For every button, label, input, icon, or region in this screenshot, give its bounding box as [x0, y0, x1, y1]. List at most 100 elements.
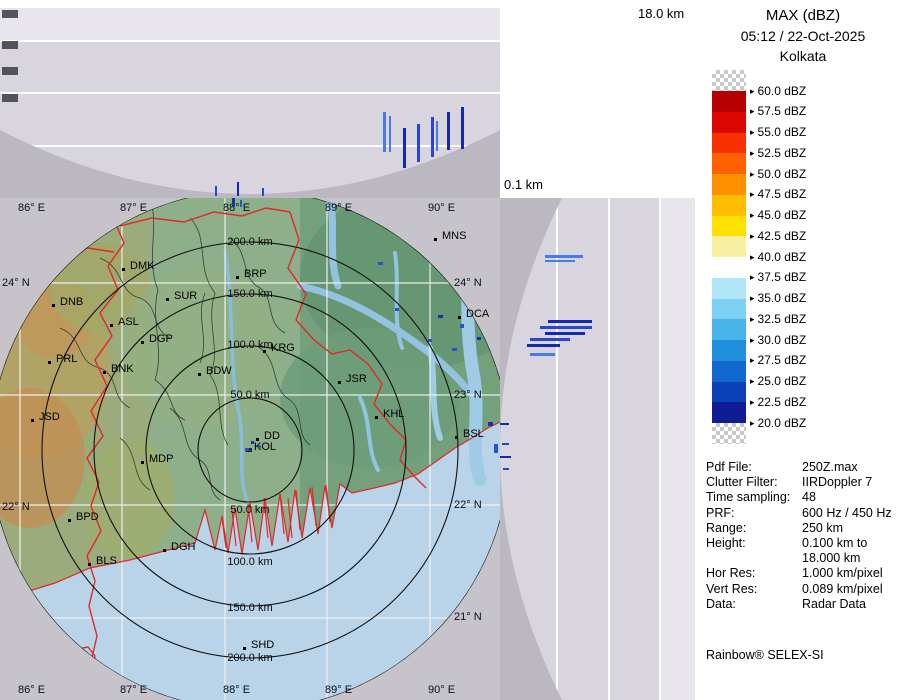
longitude-label: 87° E [120, 202, 147, 214]
meta-label: Time sampling: [706, 490, 790, 504]
longitude-label: 89° E [325, 684, 352, 696]
city-dot [458, 316, 461, 319]
scale-label-text: 20.0 dBZ [758, 416, 807, 430]
city-label: BRP [244, 268, 267, 280]
city-label: KHL [383, 408, 404, 420]
meta-value: 250Z.max [802, 460, 858, 474]
echo-side-bar [545, 332, 585, 335]
station-name: Kolkata [700, 48, 906, 64]
beam-coverage-shade [500, 198, 695, 700]
meta-value: 1.000 km/pixel [802, 566, 883, 580]
scale-label: ▸37.5 dBZ [750, 270, 806, 284]
meta-row: Time sampling:48 [706, 490, 904, 505]
scale-label: ▸57.5 dBZ [750, 104, 806, 118]
meta-value: IIRDoppler 7 [802, 475, 872, 489]
echo-side-bar [530, 353, 555, 356]
city-label: DGH [171, 541, 195, 553]
scale-label-text: 27.5 dBZ [758, 353, 807, 367]
beam-coverage-shade [0, 8, 500, 198]
echo-top-bar [389, 116, 391, 152]
echo-side-bar [527, 344, 560, 347]
city-label: PRL [56, 353, 77, 365]
colorbar-segment-3 [712, 153, 746, 174]
city-label: SHD [251, 639, 274, 651]
meta-label: Hor Res: [706, 566, 755, 580]
colorbar-segment-7 [712, 236, 746, 257]
radar-echo-speck [245, 448, 249, 451]
scale-label-text: 35.0 dBZ [758, 291, 807, 305]
scale-marker-icon: ▸ [750, 229, 755, 243]
radar-echo-speck [395, 308, 399, 311]
echo-side-bar [502, 443, 509, 445]
echo-top-bar [215, 186, 217, 196]
city-dot [141, 461, 144, 464]
meta-label: PRF: [706, 506, 734, 520]
scale-marker-icon: ▸ [750, 125, 755, 139]
radar-app-window: 18.0 km 0.1 km [0, 0, 906, 700]
city-dot [243, 647, 246, 650]
latitude-label: 24° N [2, 277, 30, 289]
range-ring-label: 150.0 km [210, 602, 290, 614]
scale-label: ▸55.0 dBZ [750, 125, 806, 139]
radar-echo-speck [452, 348, 457, 351]
echo-side-bar [540, 326, 592, 329]
radar-echo-speck [232, 198, 235, 207]
scale-label: ▸32.5 dBZ [750, 312, 806, 326]
echo-side-bar [545, 255, 583, 258]
scale-marker-icon: ▸ [750, 167, 755, 181]
meta-row: Hor Res: 1.000 km/pixel [706, 566, 904, 581]
scale-label: ▸30.0 dBZ [750, 333, 806, 347]
longitude-label: 87° E [120, 684, 147, 696]
scale-label-text: 45.0 dBZ [758, 208, 807, 222]
city-label: DNB [60, 296, 83, 308]
city-label: JSR [346, 373, 367, 385]
city-label: BDW [206, 365, 232, 377]
meta-row: Vert Res:0.089 km/pixel [706, 582, 904, 597]
colorbar-checker-bottom [712, 423, 746, 444]
colorbar-segment-15 [712, 402, 746, 423]
echo-top-bar [237, 182, 239, 196]
meta-label: Data: [706, 597, 736, 611]
scale-label-text: 50.0 dBZ [758, 167, 807, 181]
scale-label-text: 25.0 dBZ [758, 374, 807, 388]
scale-label-text: 55.0 dBZ [758, 125, 807, 139]
city-dot [122, 268, 125, 271]
city-label: MNS [442, 230, 466, 242]
city-dot [52, 304, 55, 307]
scale-marker-icon: ▸ [750, 312, 755, 326]
city-dot [375, 416, 378, 419]
city-dot [48, 361, 51, 364]
colorbar-segment-2 [712, 133, 746, 154]
range-ring-label: 150.0 km [210, 288, 290, 300]
echo-side-bar [545, 260, 575, 262]
meta-value: 600 Hz / 450 Hz [802, 506, 892, 520]
scale-label-text: 60.0 dBZ [758, 84, 807, 98]
radar-map: 200.0 km150.0 km100.0 km50.0 km50.0 km10… [0, 198, 500, 700]
city-dot [434, 238, 437, 241]
meta-value: 18.000 km [802, 551, 860, 565]
height-axis-min-label: 0.1 km [504, 177, 543, 192]
longitude-label: 88° E [223, 202, 250, 214]
scale-label-text: 22.5 dBZ [758, 395, 807, 409]
echo-top-bar [447, 112, 450, 150]
latitude-label: 21° N [454, 611, 482, 623]
meta-label: Pdf File: [706, 460, 752, 474]
colorbar-segment-11 [712, 319, 746, 340]
radar-echo-speck [258, 445, 261, 448]
colorbar-checker-top [712, 70, 746, 91]
scale-label: ▸25.0 dBZ [750, 374, 806, 388]
meta-row: Data:Radar Data [706, 597, 904, 612]
city-dot [103, 371, 106, 374]
scale-label: ▸52.5 dBZ [750, 146, 806, 160]
meta-value: 0.100 km to [802, 536, 867, 550]
axis-corner: 18.0 km 0.1 km [500, 0, 700, 198]
scale-label-text: 40.0 dBZ [758, 250, 807, 264]
scale-label: ▸20.0 dBZ [750, 416, 806, 430]
city-label: BPD [76, 511, 99, 523]
latitude-label: 24° N [454, 277, 482, 289]
radar-echo-speck [488, 422, 493, 426]
scale-marker-icon: ▸ [750, 291, 755, 305]
meta-value: 250 km [802, 521, 843, 535]
longitude-label: 88° E [223, 684, 250, 696]
scale-marker-icon: ▸ [750, 146, 755, 160]
